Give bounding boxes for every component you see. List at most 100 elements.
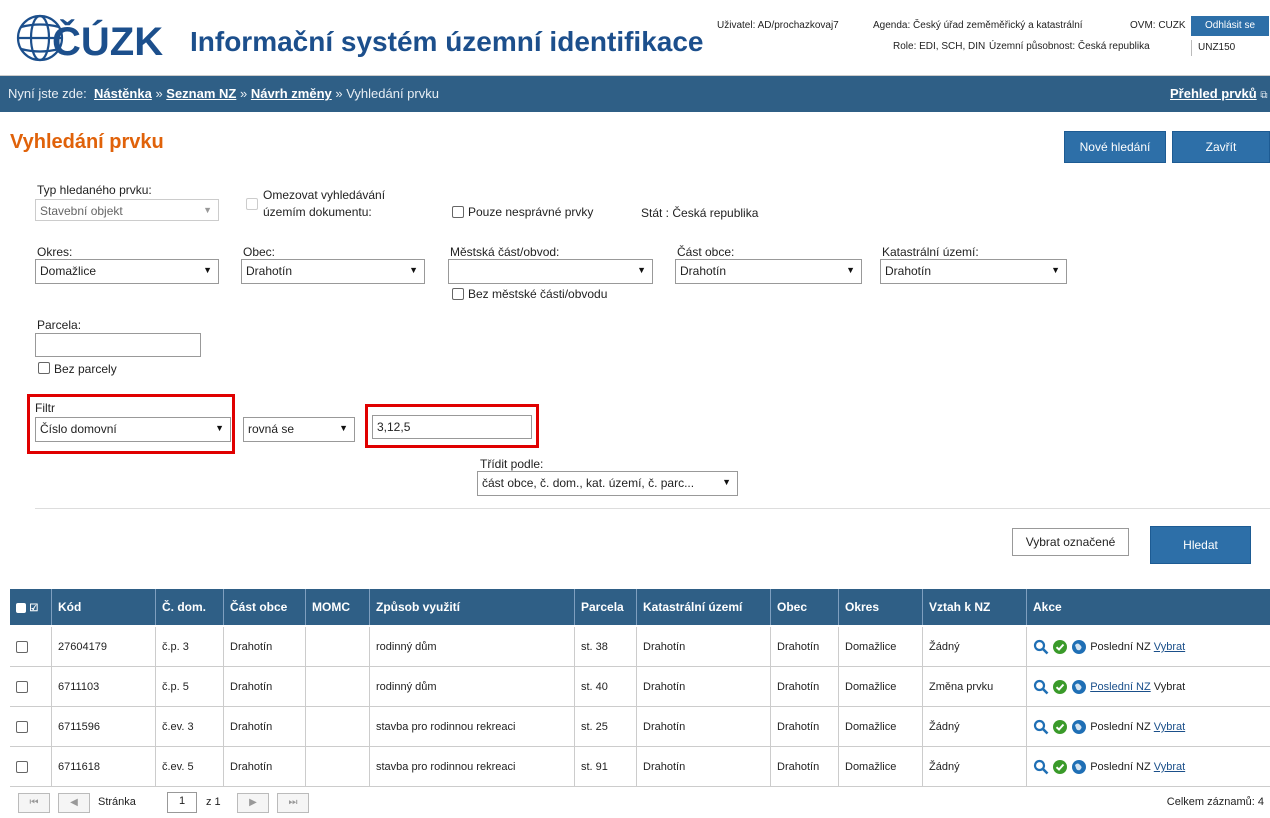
magnifier-icon[interactable] <box>1033 719 1049 735</box>
sort-select[interactable]: část obce, č. dom., kat. území, č. parc.… <box>477 471 738 496</box>
new-search-button[interactable]: Nové hledání <box>1064 131 1166 163</box>
col-kod[interactable]: Kód <box>52 589 156 625</box>
table-row: 27604179 č.p. 3 Drahotín rodinný dům st.… <box>10 627 1270 667</box>
role-info: Role: EDI, SCH, DIN <box>893 41 986 52</box>
last-nz-text: Poslední NZ <box>1090 641 1151 653</box>
pager: ⏮ ◀ Stránka 1 z 1 ▶ ⏭ Celkem záznamů: 4 <box>10 789 1270 817</box>
bez-mestske-casti-checkbox[interactable] <box>452 288 464 300</box>
only-incorrect-checkbox[interactable] <box>452 206 464 218</box>
obec-select-value: Drahotín <box>246 264 293 278</box>
cell-parcela: st. 25 <box>575 707 637 747</box>
parcela-input[interactable] <box>35 333 201 357</box>
mestska-cast-select[interactable]: ▼ <box>448 259 653 284</box>
chevron-down-icon: ▼ <box>637 265 646 275</box>
type-label: Typ hledaného prvku: <box>37 183 152 197</box>
breadcrumb-separator: » <box>155 86 167 101</box>
filter-label: Filtr <box>35 401 55 415</box>
col-obec[interactable]: Obec <box>771 589 839 625</box>
last-page-icon[interactable]: ⏭ <box>277 793 309 813</box>
cast-obce-label: Část obce: <box>677 245 735 259</box>
cell-cislo-domovni: č.ev. 5 <box>156 747 224 787</box>
cell-momc <box>306 667 370 707</box>
cell-katastralni-uzemi: Drahotín <box>637 627 771 667</box>
overview-link-wrap[interactable]: Přehled prvků ⧉ <box>1170 86 1267 101</box>
select-link[interactable]: Vybrat <box>1154 641 1185 653</box>
check-circle-icon[interactable] <box>1052 719 1068 735</box>
breadcrumb-link-navrh-zmeny[interactable]: Návrh změny <box>251 86 332 101</box>
last-nz-link[interactable]: Poslední NZ <box>1090 681 1151 693</box>
page-number-input[interactable]: 1 <box>167 792 197 813</box>
check-all-icon[interactable]: ☑ <box>29 603 38 614</box>
breadcrumb-prefix: Nyní jste zde: <box>8 86 87 101</box>
cell-momc <box>306 627 370 667</box>
select-marked-button[interactable]: Vybrat označené <box>1012 528 1129 556</box>
breadcrumb-link-seznam-nz[interactable]: Seznam NZ <box>166 86 236 101</box>
magnifier-icon[interactable] <box>1033 759 1049 775</box>
col-momc[interactable]: MOMC <box>306 589 370 625</box>
external-link-icon: ⧉ <box>1260 90 1268 101</box>
globe-icon[interactable] <box>1071 639 1087 655</box>
overview-link[interactable]: Přehled prvků <box>1170 86 1257 101</box>
obec-select[interactable]: Drahotín ▼ <box>241 259 425 284</box>
table-row: 6711618 č.ev. 5 Drahotín stavba pro rodi… <box>10 747 1270 787</box>
col-vztah-k-nz[interactable]: Vztah k NZ <box>923 589 1027 625</box>
search-button[interactable]: Hledat <box>1150 526 1251 564</box>
select-all-cell[interactable]: ☑ <box>10 589 52 625</box>
chevron-down-icon: ▼ <box>1051 265 1060 275</box>
first-page-icon[interactable]: ⏮ <box>18 793 50 813</box>
cell-momc <box>306 747 370 787</box>
row-checkbox[interactable] <box>16 721 28 734</box>
globe-icon[interactable] <box>1071 719 1087 735</box>
limit-territory-checkbox[interactable] <box>246 198 258 210</box>
magnifier-icon[interactable] <box>1033 679 1049 695</box>
bez-parcely-label: Bez parcely <box>54 362 117 376</box>
type-select[interactable]: Stavební objekt ▼ <box>35 199 219 221</box>
close-button[interactable]: Zavřít <box>1172 131 1270 163</box>
col-cast-obce[interactable]: Část obce <box>224 589 306 625</box>
col-parcela[interactable]: Parcela <box>575 589 637 625</box>
filter-value-input[interactable]: 3,12,5 <box>372 415 532 439</box>
katastralni-uzemi-select[interactable]: Drahotín ▼ <box>880 259 1067 284</box>
katastralni-uzemi-label: Katastrální území: <box>882 245 979 259</box>
results-table-header: ☑ Kód Č. dom. Část obce MOMC Způsob využ… <box>10 589 1270 625</box>
check-circle-icon[interactable] <box>1052 639 1068 655</box>
next-page-icon[interactable]: ▶ <box>237 793 269 813</box>
select-link[interactable]: Vybrat <box>1154 721 1185 733</box>
col-cislo-domovni[interactable]: Č. dom. <box>156 589 224 625</box>
filter-field-select[interactable]: Číslo domovní ▼ <box>35 417 231 442</box>
okres-label: Okres: <box>37 245 73 259</box>
breadcrumb-link-nastenka[interactable]: Nástěnka <box>94 86 152 101</box>
filter-field-select-value: Číslo domovní <box>40 422 117 436</box>
okres-select-value: Domažlice <box>40 264 97 278</box>
chevron-down-icon: ▼ <box>409 265 418 275</box>
row-checkbox[interactable] <box>16 761 28 774</box>
col-zpusob-vyuziti[interactable]: Způsob využití <box>370 589 575 625</box>
select-link[interactable]: Vybrat <box>1154 761 1185 773</box>
user-info: Uživatel: AD/prochazkovaj7 <box>717 20 839 31</box>
globe-icon[interactable] <box>1071 759 1087 775</box>
col-katastralni-uzemi[interactable]: Katastrální území <box>637 589 771 625</box>
cell-vztah-k-nz: Žádný <box>923 707 1027 747</box>
chevron-down-icon: ▼ <box>215 423 224 433</box>
last-nz-text: Poslední NZ <box>1090 721 1151 733</box>
row-checkbox[interactable] <box>16 641 28 654</box>
bez-parcely-checkbox[interactable] <box>38 362 50 374</box>
select-all-checkbox[interactable] <box>16 602 26 613</box>
okres-select[interactable]: Domažlice ▼ <box>35 259 219 284</box>
sort-select-value: část obce, č. dom., kat. území, č. parc.… <box>482 476 695 490</box>
check-circle-icon[interactable] <box>1052 679 1068 695</box>
table-row: 6711103 č.p. 5 Drahotín rodinný dům st. … <box>10 667 1270 707</box>
cell-parcela: st. 40 <box>575 667 637 707</box>
col-okres[interactable]: Okres <box>839 589 923 625</box>
row-checkbox[interactable] <box>16 681 28 694</box>
breadcrumb-bar: Nyní jste zde: Nástěnka » Seznam NZ » Ná… <box>0 76 1270 112</box>
obec-label: Obec: <box>243 245 276 259</box>
filter-operator-select[interactable]: rovná se ▼ <box>243 417 355 442</box>
cast-obce-select[interactable]: Drahotín ▼ <box>675 259 862 284</box>
globe-icon[interactable] <box>1071 679 1087 695</box>
cell-okres: Domažlice <box>839 627 923 667</box>
magnifier-icon[interactable] <box>1033 639 1049 655</box>
prev-page-icon[interactable]: ◀ <box>58 793 90 813</box>
check-circle-icon[interactable] <box>1052 759 1068 775</box>
logout-button[interactable]: Odhlásit se <box>1191 16 1269 36</box>
